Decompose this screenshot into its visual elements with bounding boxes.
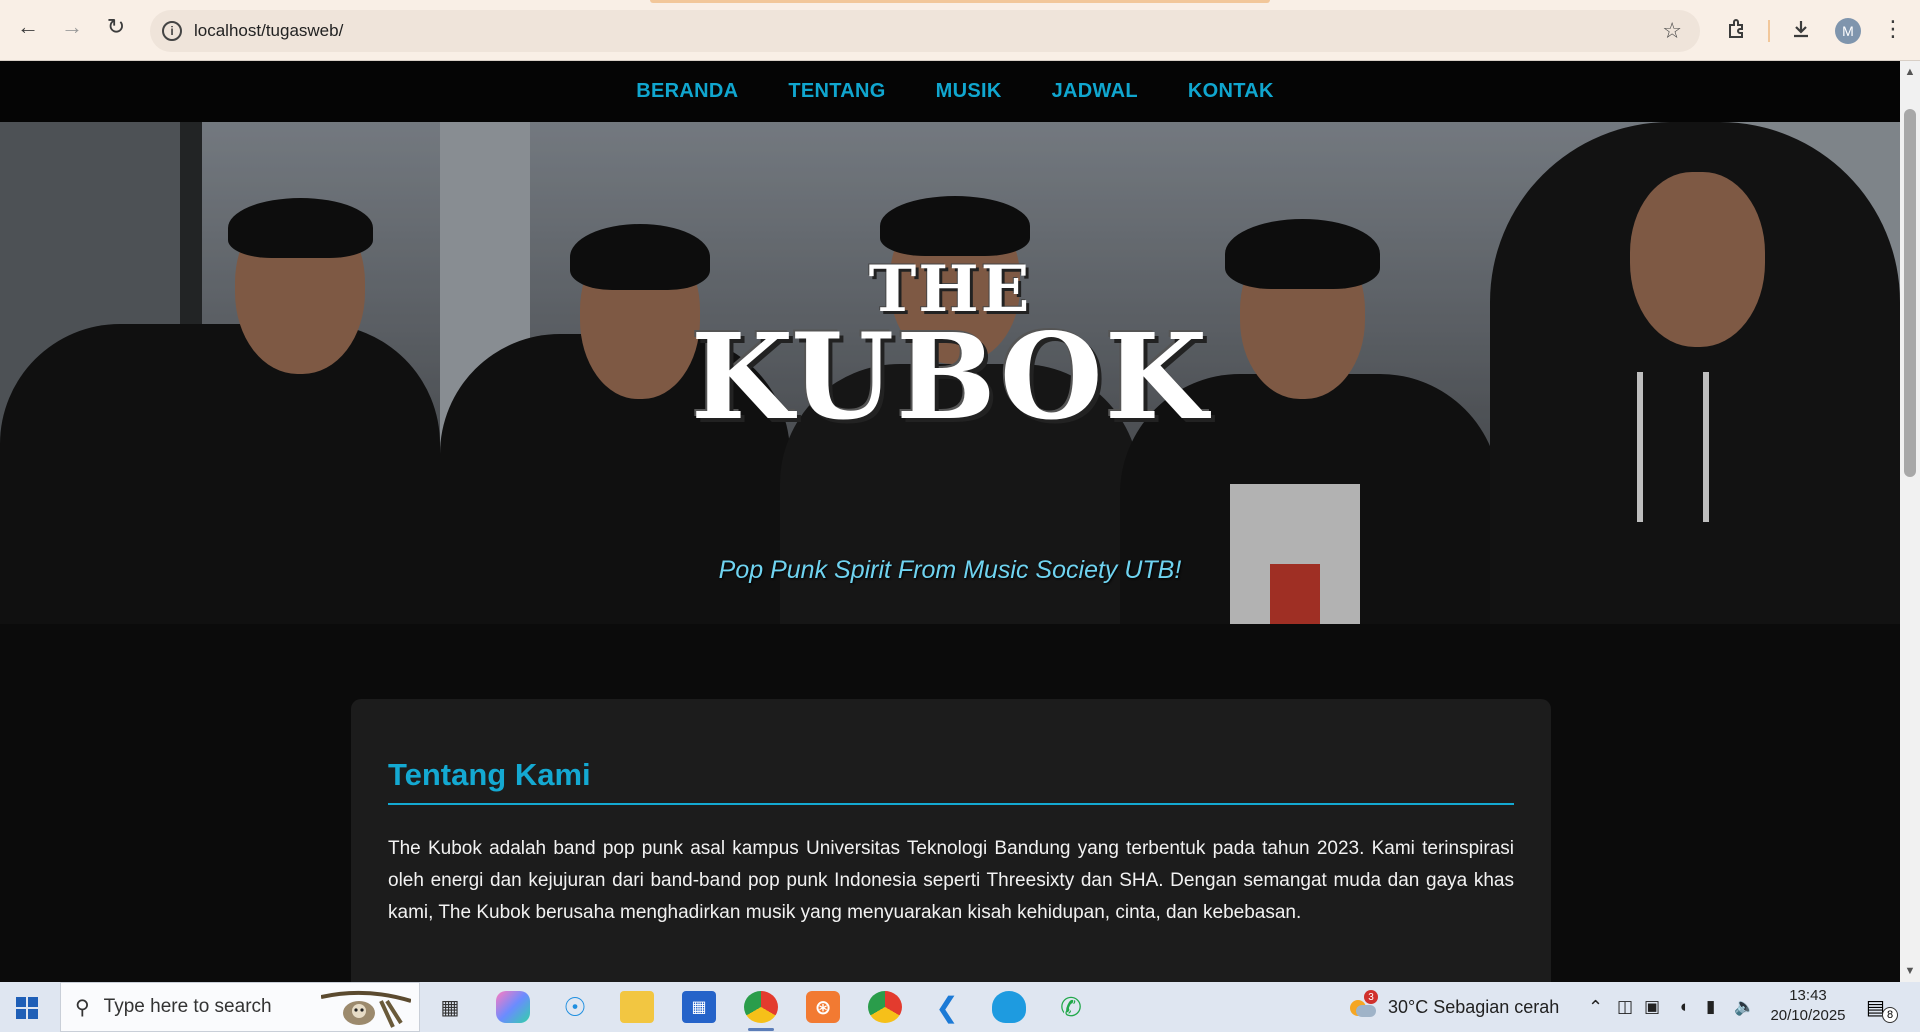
about-title: Tentang Kami — [388, 757, 1514, 805]
about-card: Tentang Kami The Kubok adalah band pop p… — [351, 699, 1551, 982]
file-explorer-icon[interactable] — [620, 991, 654, 1023]
scrollbar-thumb[interactable] — [1904, 109, 1916, 477]
nav-link-jadwal[interactable]: JADWAL — [1052, 80, 1138, 103]
about-text: The Kubok adalah band pop punk asal kamp… — [388, 838, 1514, 923]
taskbar-search-input[interactable]: Type here to search — [104, 996, 272, 1018]
battery-icon[interactable]: ▮ — [1706, 982, 1715, 1032]
scroll-down-icon[interactable]: ▼ — [1900, 962, 1920, 980]
extensions-icon[interactable] — [1722, 14, 1752, 44]
notification-center-icon[interactable]: ▤ 8 — [1866, 995, 1898, 1023]
copilot-icon[interactable] — [496, 991, 530, 1023]
menu-kebab-icon[interactable]: ⋮ — [1878, 14, 1908, 44]
nav-link-tentang[interactable]: TENTANG — [788, 80, 885, 103]
chrome-profile-icon[interactable] — [868, 991, 902, 1023]
chrome-icon-active[interactable] — [744, 991, 778, 1031]
whatsapp-icon[interactable]: ✆ — [1054, 991, 1088, 1023]
bird-app-icon[interactable] — [992, 991, 1026, 1023]
hero-tagline: Pop Punk Spirit From Music Society UTB! — [718, 556, 1182, 584]
band-logo-name: KUBOK — [690, 307, 1210, 446]
toolbar-separator — [1768, 20, 1770, 42]
page-viewport: BERANDA TENTANG MUSIK JADWAL KONTAK THE … — [0, 61, 1900, 982]
bookmark-star-icon[interactable]: ☆ — [1662, 18, 1682, 44]
weather-cloud-icon: 3 — [1348, 990, 1378, 1018]
search-icon: ⚲ — [75, 996, 90, 1019]
taskbar-search-box[interactable]: ⚲ Type here to search — [60, 982, 420, 1032]
show-hidden-icons[interactable]: ⌃ — [1588, 982, 1603, 1032]
weather-text: 30°C Sebagian cerah — [1388, 996, 1560, 1017]
xampp-icon[interactable]: ⊛ — [806, 991, 840, 1023]
profile-avatar[interactable]: M — [1835, 18, 1861, 44]
screen-capture-icon[interactable]: ▣ — [1644, 982, 1660, 1032]
clock-time: 13:43 — [1789, 987, 1827, 1004]
meet-now-icon[interactable]: ◫ — [1617, 982, 1633, 1032]
task-view-icon[interactable]: ▦ — [433, 991, 467, 1023]
scroll-up-icon[interactable]: ▲ — [1900, 63, 1920, 81]
site-info-icon[interactable]: i — [162, 21, 182, 41]
taskbar-clock[interactable]: 13:43 20/10/2025 — [1768, 986, 1848, 1026]
notification-count-badge: 8 — [1882, 1007, 1898, 1023]
address-url[interactable]: localhost/tugasweb/ — [194, 21, 343, 41]
address-bar[interactable]: i localhost/tugasweb/ ☆ — [150, 10, 1700, 52]
clock-date: 20/10/2025 — [1770, 1007, 1846, 1024]
site-navbar: BERANDA TENTANG MUSIK JADWAL KONTAK — [0, 61, 1900, 122]
nav-link-beranda[interactable]: BERANDA — [636, 80, 738, 103]
forward-icon[interactable]: → — [58, 13, 86, 41]
nav-link-musik[interactable]: MUSIK — [936, 80, 1002, 103]
windows-taskbar: ⚲ Type here to search ▦ ☉ ▦ ⊛ ❮ ✆ 3 30°C… — [0, 982, 1920, 1032]
wifi-icon[interactable]: ◖ — [1678, 982, 1688, 1032]
download-icon[interactable] — [1786, 14, 1816, 44]
search-highlight-sloth-icon — [321, 990, 411, 1028]
browser-toolbar: ← → ↻ i localhost/tugasweb/ ☆ M ⋮ — [0, 0, 1920, 61]
vscode-icon[interactable]: ❮ — [930, 991, 964, 1023]
page-scrollbar[interactable]: ▲ ▼ — [1900, 61, 1920, 982]
hero-banner: THE KUBOK Pop Punk Spirit From Music Soc… — [0, 122, 1900, 624]
windows-start-icon[interactable] — [16, 997, 38, 1019]
volume-icon[interactable]: 🔈 — [1734, 982, 1755, 1032]
tab-accent-line — [650, 0, 1270, 3]
edge-browser-icon[interactable]: ☉ — [558, 991, 592, 1023]
microsoft-store-icon[interactable]: ▦ — [682, 991, 716, 1023]
back-icon[interactable]: ← — [14, 13, 42, 41]
weather-alert-badge: 3 — [1364, 990, 1378, 1004]
nav-link-kontak[interactable]: KONTAK — [1188, 80, 1274, 103]
weather-widget[interactable]: 3 30°C Sebagian cerah — [1348, 982, 1559, 1032]
reload-icon[interactable]: ↻ — [102, 13, 130, 41]
